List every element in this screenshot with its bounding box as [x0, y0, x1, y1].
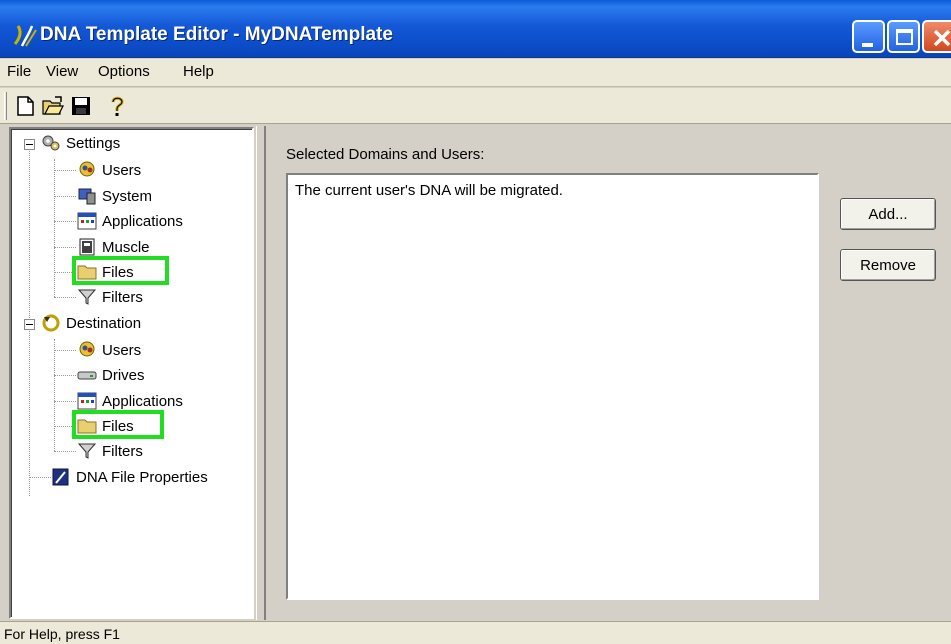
users-icon	[79, 341, 95, 357]
title-bar[interactable]: DNA Template Editor - MyDNATemplate	[0, 0, 951, 58]
tree-label: DNA File Properties	[76, 468, 208, 486]
window-title: DNA Template Editor - MyDNATemplate	[40, 24, 393, 45]
tree-label: Users	[102, 341, 142, 359]
menu-options[interactable]: Options	[98, 63, 150, 80]
remove-button[interactable]: Remove	[840, 249, 936, 281]
tree-connector	[54, 297, 76, 298]
tree-label: Destination	[66, 314, 142, 332]
help-icon[interactable]	[106, 95, 128, 117]
filter-icon	[77, 289, 97, 305]
selected-domains-list[interactable]: The current user's DNA will be migrated.	[286, 173, 819, 600]
close-icon	[933, 29, 951, 47]
destination-arrow-icon	[42, 314, 60, 332]
tree-item-settings-users[interactable]: Users	[77, 158, 141, 182]
tree-item-settings-system[interactable]: System	[77, 184, 152, 208]
minimize-button[interactable]	[852, 20, 885, 53]
properties-icon	[52, 468, 69, 486]
tree-connector	[54, 375, 76, 376]
tree-item-destination-drives[interactable]: Drives	[77, 363, 145, 387]
tree-connector	[54, 170, 76, 171]
tree-item-destination-filters[interactable]: Filters	[77, 439, 143, 463]
pane-splitter[interactable]	[256, 126, 264, 620]
application-window-icon	[77, 392, 97, 410]
list-item[interactable]: The current user's DNA will be migrated.	[295, 182, 563, 199]
toolbar-grip[interactable]	[4, 92, 7, 120]
dna-app-icon	[13, 25, 37, 47]
muscle-icon	[79, 238, 95, 256]
tree-item-settings-filters[interactable]: Filters	[77, 285, 143, 309]
menu-help[interactable]: Help	[183, 63, 214, 80]
tree-connector	[29, 477, 51, 478]
drive-icon	[77, 371, 97, 380]
gears-icon	[42, 135, 60, 151]
menu-bar: File View Options Help	[0, 59, 951, 87]
new-file-icon[interactable]	[14, 95, 36, 117]
tree-label: Settings	[66, 134, 121, 152]
highlight-box	[72, 256, 169, 285]
application-window-icon	[77, 212, 97, 230]
open-folder-icon[interactable]	[42, 95, 64, 117]
tree-connector	[54, 339, 55, 451]
tree-view[interactable]: Settings Users System Applications Muscl…	[9, 127, 254, 619]
menu-view[interactable]: View	[46, 63, 78, 80]
tree-label: Filters	[102, 288, 143, 306]
tree-item-settings-applications[interactable]: Applications	[77, 209, 183, 233]
menu-file[interactable]: File	[7, 63, 31, 80]
close-button[interactable]	[922, 20, 951, 53]
tree-item-destination-users[interactable]: Users	[77, 338, 141, 362]
tree-item-settings[interactable]: Settings	[41, 131, 120, 155]
maximize-button[interactable]	[887, 20, 920, 53]
add-button[interactable]: Add...	[840, 198, 936, 230]
computer-icon	[78, 188, 96, 205]
tree-label: Applications	[102, 212, 183, 230]
toolbar	[0, 88, 951, 124]
tree-connector	[54, 196, 76, 197]
tree-label: Filters	[102, 442, 143, 460]
tree-label: Muscle	[102, 238, 150, 256]
tree-connector	[54, 451, 76, 452]
tree-item-destination[interactable]: Destination	[41, 311, 141, 335]
tree-label: Applications	[102, 392, 183, 410]
tree-connector	[54, 247, 76, 248]
maximize-icon	[896, 29, 913, 45]
selected-domains-label: Selected Domains and Users:	[286, 146, 485, 163]
filter-icon	[77, 443, 97, 459]
highlight-box	[72, 410, 164, 439]
tree-label: Drives	[102, 366, 145, 384]
main-panel: Selected Domains and Users: The current …	[264, 126, 951, 620]
status-bar: For Help, press F1	[0, 621, 951, 644]
tree-connector	[54, 159, 55, 297]
destination-collapse-toggle[interactable]	[24, 319, 35, 330]
tree-label: Users	[102, 161, 142, 179]
users-icon	[79, 161, 95, 177]
status-text: For Help, press F1	[4, 626, 120, 642]
save-icon[interactable]	[70, 95, 92, 117]
tree-connector	[54, 350, 76, 351]
tree-connector	[54, 221, 76, 222]
tree-item-dna-file-properties[interactable]: DNA File Properties	[51, 465, 208, 489]
settings-collapse-toggle[interactable]	[24, 139, 35, 150]
minimize-icon	[862, 43, 873, 47]
tree-connector	[54, 401, 76, 402]
tree-label: System	[102, 187, 153, 205]
